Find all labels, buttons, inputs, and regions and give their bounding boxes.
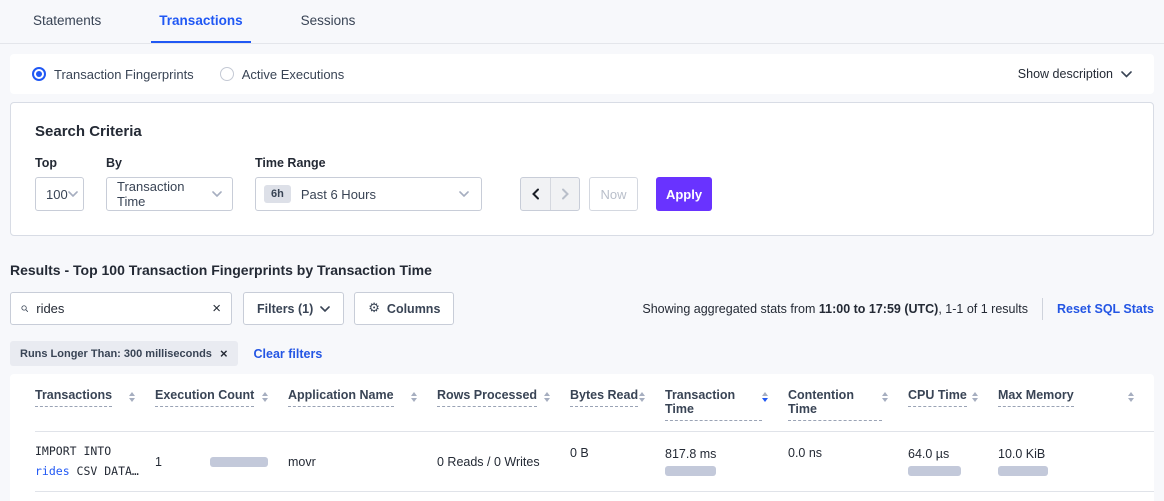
cpu-time-bar (908, 466, 961, 476)
time-range-value: Past 6 Hours (301, 187, 376, 202)
column-header-rows-processed[interactable]: Rows Processed (437, 388, 570, 431)
top-label: Top (35, 156, 84, 170)
column-header-bytes-read[interactable]: Bytes Read (570, 388, 665, 431)
transaction-fingerprint-link[interactable]: IMPORT INTO rides CSV DATA… (35, 442, 155, 481)
time-next-button[interactable] (550, 178, 579, 210)
filters-label: Filters (1) (257, 302, 313, 316)
time-nav-group (520, 177, 580, 211)
reset-sql-stats-link[interactable]: Reset SQL Stats (1057, 302, 1154, 316)
tab-transactions[interactable]: Transactions (151, 1, 250, 43)
filters-button[interactable]: Filters (1) (243, 292, 344, 325)
stats-summary: Showing aggregated stats from 11:00 to 1… (642, 298, 1154, 320)
show-description-label: Show description (1018, 67, 1113, 81)
stats-suffix: , 1-1 of 1 results (938, 302, 1028, 316)
contention-time-cell: 0.0 ns (788, 432, 908, 460)
sort-icon (882, 388, 888, 402)
column-header-transactions[interactable]: Transactions (35, 388, 155, 431)
stats-prefix: Showing aggregated stats from (642, 302, 819, 316)
column-header-contention-time[interactable]: Contention Time (788, 388, 908, 431)
transaction-time-bar (665, 466, 716, 476)
table-row: IMPORT INTO rides CSV DATA… 1 movr 0 Rea… (35, 432, 1154, 492)
clear-filters-link[interactable]: Clear filters (254, 347, 323, 361)
sort-icon-active-desc (762, 388, 768, 402)
sort-icon (1128, 388, 1134, 402)
view-toggle-strip: Transaction Fingerprints Active Executio… (10, 54, 1154, 94)
time-range-label: Time Range (255, 156, 482, 170)
show-description-toggle[interactable]: Show description (1018, 67, 1132, 81)
top-select-value: 100 (46, 187, 68, 202)
radio-transaction-fingerprints[interactable]: Transaction Fingerprints (32, 67, 194, 82)
max-memory-bar (998, 466, 1048, 476)
column-header-execution-count[interactable]: Execution Count (155, 388, 288, 431)
search-box: × (10, 292, 232, 325)
radio-label: Active Executions (242, 67, 345, 82)
execution-count-bar (210, 457, 268, 467)
by-select-value: Transaction Time (117, 179, 212, 209)
chevron-left-icon (531, 188, 540, 200)
active-filters-row: Runs Longer Than: 300 milliseconds × Cle… (10, 341, 1154, 366)
chevron-down-icon (68, 191, 78, 197)
tab-statements[interactable]: Statements (25, 1, 109, 43)
radio-active-executions[interactable]: Active Executions (220, 67, 345, 82)
gear-icon: ⚙ (368, 301, 380, 316)
stats-range: 11:00 to 17:59 (UTC) (819, 302, 938, 316)
results-table: Transactions Execution Count Application… (10, 374, 1154, 501)
bytes-read-cell: 0 B (570, 432, 665, 460)
sort-icon (262, 388, 268, 402)
search-match-highlight: rides (35, 464, 70, 478)
radio-label: Transaction Fingerprints (54, 67, 194, 82)
top-field: Top 100 (35, 156, 84, 211)
filter-chip-remove-icon[interactable]: × (220, 347, 228, 360)
chevron-down-icon (459, 191, 469, 197)
columns-label: Columns (387, 302, 440, 316)
cpu-time-cell: 64.0 µs (908, 447, 998, 476)
now-button[interactable]: Now (589, 177, 638, 211)
chevron-down-icon (1121, 71, 1132, 78)
apply-button[interactable]: Apply (656, 177, 712, 211)
sort-icon (544, 388, 550, 402)
search-clear-icon[interactable]: × (212, 301, 221, 316)
time-prev-button[interactable] (521, 178, 550, 210)
execution-count-cell: 1 (155, 455, 288, 469)
sort-icon (411, 388, 417, 402)
results-heading: Results - Top 100 Transaction Fingerprin… (10, 262, 1154, 278)
tab-sessions[interactable]: Sessions (293, 1, 364, 43)
chevron-down-icon (212, 191, 222, 197)
filter-chip-label: Runs Longer Than: 300 milliseconds (20, 348, 212, 360)
by-select[interactable]: Transaction Time (106, 177, 233, 211)
chevron-down-icon (320, 306, 330, 312)
max-memory-cell: 10.0 KiB (998, 447, 1154, 476)
divider (1042, 298, 1043, 320)
radio-unselected-icon (220, 67, 234, 81)
column-header-max-memory[interactable]: Max Memory (998, 388, 1154, 431)
top-select[interactable]: 100 (35, 177, 84, 211)
top-tabbar: Statements Transactions Sessions (0, 0, 1164, 44)
results-toolbar: × Filters (1) ⚙ Columns Showing aggregat… (10, 292, 1154, 325)
filter-chip: Runs Longer Than: 300 milliseconds × (10, 341, 238, 366)
search-icon (21, 302, 28, 315)
search-criteria-title: Search Criteria (35, 123, 1129, 140)
search-criteria-card: Search Criteria Top 100 By Transaction T… (10, 102, 1154, 236)
column-header-transaction-time[interactable]: Transaction Time (665, 388, 788, 431)
transaction-time-cell: 817.8 ms (665, 447, 788, 476)
table-header-row: Transactions Execution Count Application… (35, 388, 1154, 432)
time-range-field: Time Range 6h Past 6 Hours (255, 156, 482, 211)
time-range-select[interactable]: 6h Past 6 Hours (255, 177, 482, 211)
sort-icon (639, 388, 645, 402)
chevron-right-icon (561, 188, 570, 200)
application-name-cell: movr (288, 455, 437, 469)
columns-button[interactable]: ⚙ Columns (354, 292, 454, 325)
search-input[interactable] (36, 301, 212, 316)
by-field: By Transaction Time (106, 156, 233, 211)
rows-processed-cell: 0 Reads / 0 Writes (437, 455, 570, 469)
column-header-cpu-time[interactable]: CPU Time (908, 388, 998, 431)
sort-icon (129, 388, 135, 402)
by-label: By (106, 156, 233, 170)
column-header-application-name[interactable]: Application Name (288, 388, 437, 431)
time-range-badge: 6h (264, 185, 291, 203)
sort-icon (972, 388, 978, 402)
radio-selected-icon (32, 67, 46, 81)
